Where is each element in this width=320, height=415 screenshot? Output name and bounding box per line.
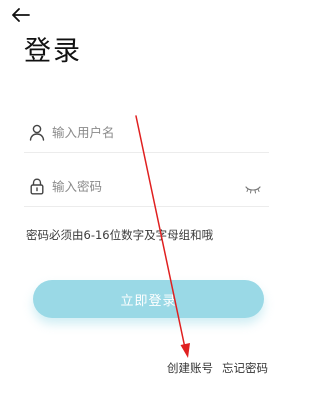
arrow-left-icon [12, 8, 30, 22]
username-field[interactable] [24, 115, 269, 149]
page-title: 登录 [24, 36, 82, 67]
password-hint: 密码必须由6-16位数字及字母组和哦 [26, 228, 214, 242]
password-field[interactable] [24, 169, 269, 203]
forgot-password-link[interactable]: 忘记密码 [222, 360, 268, 376]
username-input[interactable] [52, 124, 232, 140]
lock-icon [27, 176, 47, 196]
password-input[interactable] [52, 178, 232, 194]
user-icon [27, 122, 47, 142]
create-account-link[interactable]: 创建账号 [167, 360, 213, 376]
back-button[interactable] [8, 4, 34, 26]
login-button[interactable]: 立即登录 [33, 280, 264, 318]
eye-closed-icon[interactable] [245, 180, 261, 194]
password-divider [24, 206, 269, 207]
username-divider [24, 152, 269, 153]
